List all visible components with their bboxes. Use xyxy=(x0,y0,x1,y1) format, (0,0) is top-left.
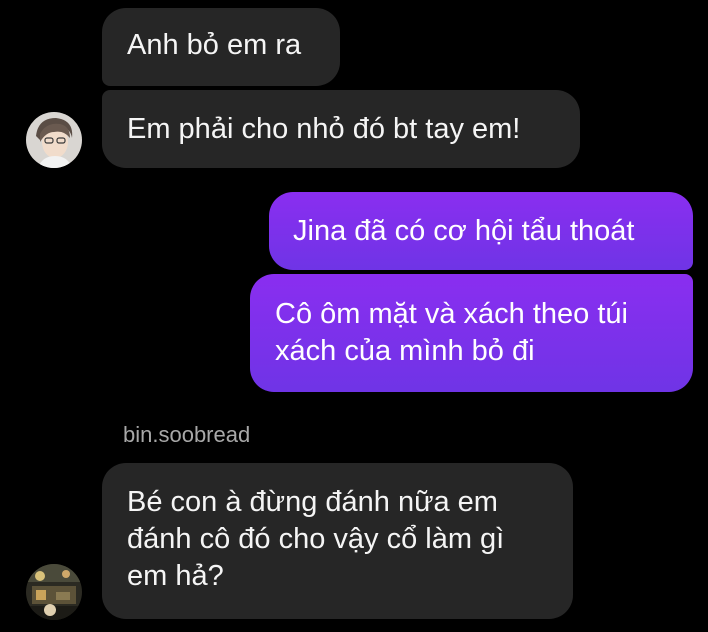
message-text: đánh cô đó cho vậy cổ làm gì xyxy=(127,523,505,555)
message-bubble-incoming[interactable]: Bé con à đừng đánh nữa em đánh cô đó cho… xyxy=(102,463,573,619)
message-text: em hả? xyxy=(127,560,224,592)
profile-photo-icon xyxy=(26,564,82,620)
message-text: Cô ôm mặt và xách theo túi xyxy=(275,298,628,330)
message-bubble-outgoing[interactable]: Cô ôm mặt và xách theo túi xách của mình… xyxy=(250,274,693,392)
message-text: Em phải cho nhỏ đó bt tay em! xyxy=(127,113,521,145)
message-text: Bé con à đừng đánh nữa em xyxy=(127,486,498,518)
avatar[interactable] xyxy=(26,112,82,168)
message-bubble-outgoing[interactable]: Jina đã có cơ hội tẩu thoát xyxy=(269,192,693,270)
sender-username[interactable]: bin.soobread xyxy=(123,422,250,448)
message-text: Anh bỏ em ra xyxy=(127,29,302,61)
avatar[interactable] xyxy=(26,564,82,620)
profile-photo-icon xyxy=(26,112,82,168)
message-text: Jina đã có cơ hội tẩu thoát xyxy=(293,215,635,247)
message-text: xách của mình bỏ đi xyxy=(275,335,535,367)
message-bubble-incoming[interactable]: Em phải cho nhỏ đó bt tay em! xyxy=(102,90,580,168)
message-bubble-incoming[interactable]: Anh bỏ em ra xyxy=(102,8,340,86)
